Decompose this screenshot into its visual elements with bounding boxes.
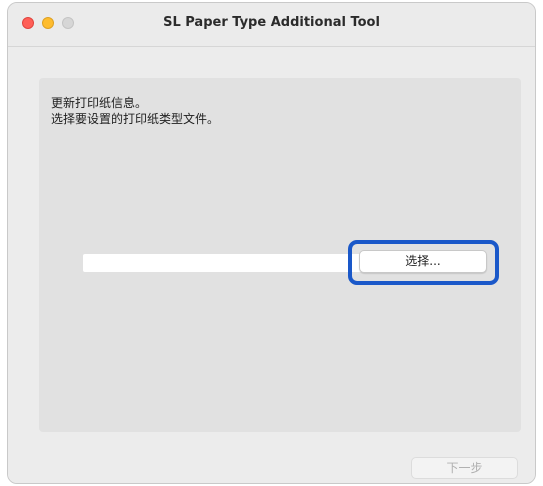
instruction-line-2: 选择要设置的打印纸类型文件。 — [51, 112, 220, 126]
main-panel: 更新打印纸信息。 选择要设置的打印纸类型文件。 选择... — [39, 78, 521, 432]
window-title: SL Paper Type Additional Tool — [163, 15, 380, 30]
select-file-button[interactable]: 选择... — [359, 250, 487, 273]
title-bar: SL Paper Type Additional Tool — [8, 3, 535, 47]
app-window: SL Paper Type Additional Tool 更新打印纸信息。 选… — [7, 2, 536, 484]
next-button[interactable]: 下一步 — [411, 457, 518, 479]
instructions: 更新打印纸信息。 选择要设置的打印纸类型文件。 — [51, 95, 219, 127]
window-content: 更新打印纸信息。 选择要设置的打印纸类型文件。 选择... 下一步 — [8, 47, 535, 483]
instruction-line-1: 更新打印纸信息。 — [51, 96, 148, 110]
file-path-field[interactable] — [83, 254, 383, 272]
